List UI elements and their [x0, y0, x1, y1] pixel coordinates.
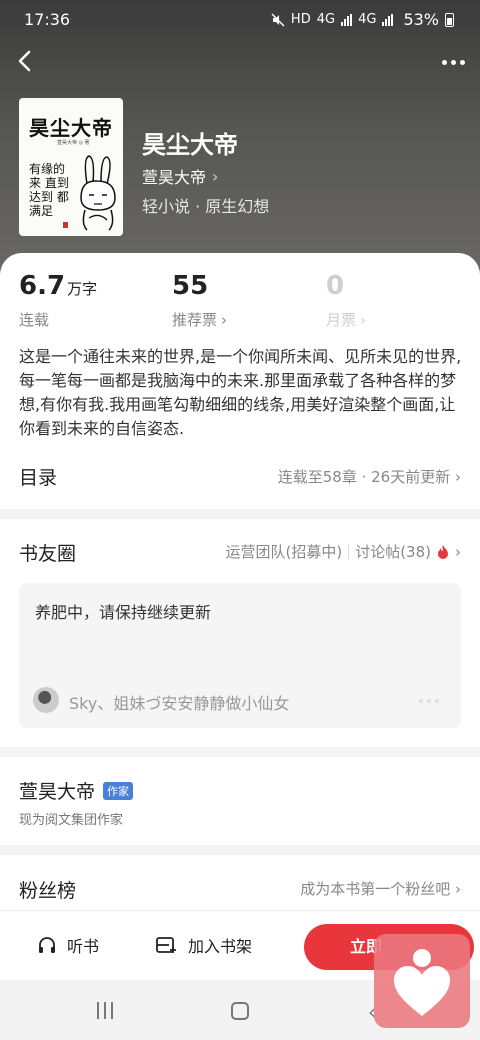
recommend-count: 55: [172, 271, 209, 301]
circle-post-card[interactable]: 养肥中，请保持继续更新 Sky、姐妹づ安安静静做小仙女: [19, 583, 461, 728]
toc-update-text: 连载至58章 · 26天前更新: [277, 468, 451, 486]
book-description[interactable]: 这是一个通往未来的世界,是一个你闻所未闻、见所未见的世界,每一笔每一画都是我脑海…: [19, 345, 463, 441]
chevron-right-icon: ›: [360, 310, 367, 329]
floating-widget[interactable]: [374, 934, 470, 1028]
fans-cta: 成为本书第一个粉丝吧 ›: [300, 878, 461, 899]
chevron-right-icon: ›: [455, 468, 461, 486]
circle-links[interactable]: 运营团队(招募中) 讨论帖(38) ›: [225, 541, 461, 562]
add-shelf-label: 加入书架: [188, 937, 253, 956]
cover-title: 昊尘大帝: [29, 116, 113, 140]
author-section[interactable]: 萱昊大帝 作家 现为阅文集团作家: [0, 757, 480, 845]
more-dots-icon: [419, 699, 439, 703]
listen-button[interactable]: 听书: [37, 933, 99, 957]
fans-title: 粉丝榜: [19, 880, 77, 902]
back-arrow-icon: [18, 50, 31, 72]
author-link[interactable]: 萱昊大帝 ›: [142, 164, 218, 188]
signal-icon: [341, 13, 353, 26]
fans-cta-text: 成为本书第一个粉丝吧: [300, 880, 451, 898]
discussion-threads-link[interactable]: 讨论帖(38): [355, 541, 431, 562]
status-icons: HD 4G 4G 53%: [271, 10, 454, 29]
hd-label: HD: [290, 12, 311, 27]
author-name: 萱昊大帝: [142, 168, 207, 187]
word-count-value: 6.7: [19, 271, 66, 301]
cover-seal: [63, 222, 68, 228]
chevron-right-icon: ›: [212, 166, 219, 186]
signal-icon-2: [382, 13, 394, 26]
network-4g-label: 4G: [316, 12, 336, 27]
book-info-card: 6.7 万字 连载 55 推荐票 › 0 月票 › 这是一个通往未来的世界,是一个你闻…: [0, 253, 480, 509]
cover-subtitle: 萱昊大帝 ◎ 著: [57, 140, 90, 146]
serial-status-label: 连载: [19, 311, 50, 329]
book-category: 轻小说 · 原生幻想: [142, 197, 270, 216]
recommend-label: 推荐票: [172, 311, 218, 329]
author-heading: 萱昊大帝 作家: [19, 777, 134, 804]
table-of-contents-row[interactable]: 目录 连载至58章 · 26天前更新 ›: [19, 463, 461, 489]
recommend-tickets-stat[interactable]: 55 推荐票 ›: [172, 271, 227, 330]
toc-title: 目录: [19, 467, 58, 489]
circle-title: 书友圈: [19, 543, 77, 565]
recent-apps-icon[interactable]: [97, 1002, 113, 1019]
more-options-button[interactable]: [438, 52, 468, 72]
word-count-stat: 6.7 万字 连载: [19, 271, 97, 330]
headphones-icon: [39, 937, 55, 953]
more-dot-icon: [441, 59, 447, 65]
more-dot-icon: [450, 59, 456, 65]
word-count-unit: 万字: [67, 280, 98, 298]
operations-team-link[interactable]: 运营团队(招募中): [225, 541, 342, 562]
home-icon[interactable]: [231, 1002, 249, 1020]
add-to-shelf-button[interactable]: 加入书架: [156, 933, 252, 957]
battery-icon: [445, 12, 454, 27]
divider: [348, 544, 350, 559]
status-bar: 17:36 HD 4G 4G 53%: [0, 0, 480, 38]
status-time: 17:36: [24, 10, 71, 29]
heart-icon: [394, 949, 450, 1016]
author-section-name: 萱昊大帝: [19, 781, 96, 803]
fan-ranking-section[interactable]: 粉丝榜 成为本书第一个粉丝吧 ›: [0, 855, 480, 915]
chevron-right-icon: ›: [455, 880, 461, 898]
network-4g-label-2: 4G: [358, 12, 377, 27]
cover-rabbit-illustration: [80, 155, 116, 231]
mute-icon: [271, 12, 285, 27]
post-text: 养肥中，请保持继续更新: [35, 603, 212, 622]
book-title: 昊尘大帝: [142, 131, 238, 159]
author-badge: 作家: [103, 781, 134, 800]
avatar: [33, 687, 59, 713]
chevron-right-icon: ›: [221, 310, 228, 329]
post-users: Sky、姐妹づ安安静静做小仙女: [69, 694, 290, 713]
reader-circle-section: 书友圈 运营团队(招募中) 讨论帖(38) › 养肥中，请保持继续更新 Sky、…: [0, 519, 480, 747]
chevron-right-icon: ›: [455, 542, 461, 561]
more-dot-icon: [459, 59, 465, 65]
monthly-label: 月票: [326, 311, 357, 329]
cover-calligraphy: 有缘的来 直到 达到 都满足: [29, 162, 69, 218]
author-subtitle: 现为阅文集团作家: [19, 813, 124, 828]
monthly-tickets-stat[interactable]: 0 月票 ›: [326, 271, 366, 330]
book-cover[interactable]: 昊尘大帝 萱昊大帝 ◎ 著 有缘的来 直到 达到 都满足: [19, 98, 123, 236]
add-shelf-icon: [156, 937, 176, 953]
back-button[interactable]: [10, 46, 40, 76]
battery-percent: 53%: [403, 10, 439, 29]
flame-icon: [438, 544, 448, 559]
toc-status: 连载至58章 · 26天前更新 ›: [278, 466, 461, 487]
monthly-count: 0: [326, 271, 345, 301]
listen-label: 听书: [67, 937, 100, 956]
